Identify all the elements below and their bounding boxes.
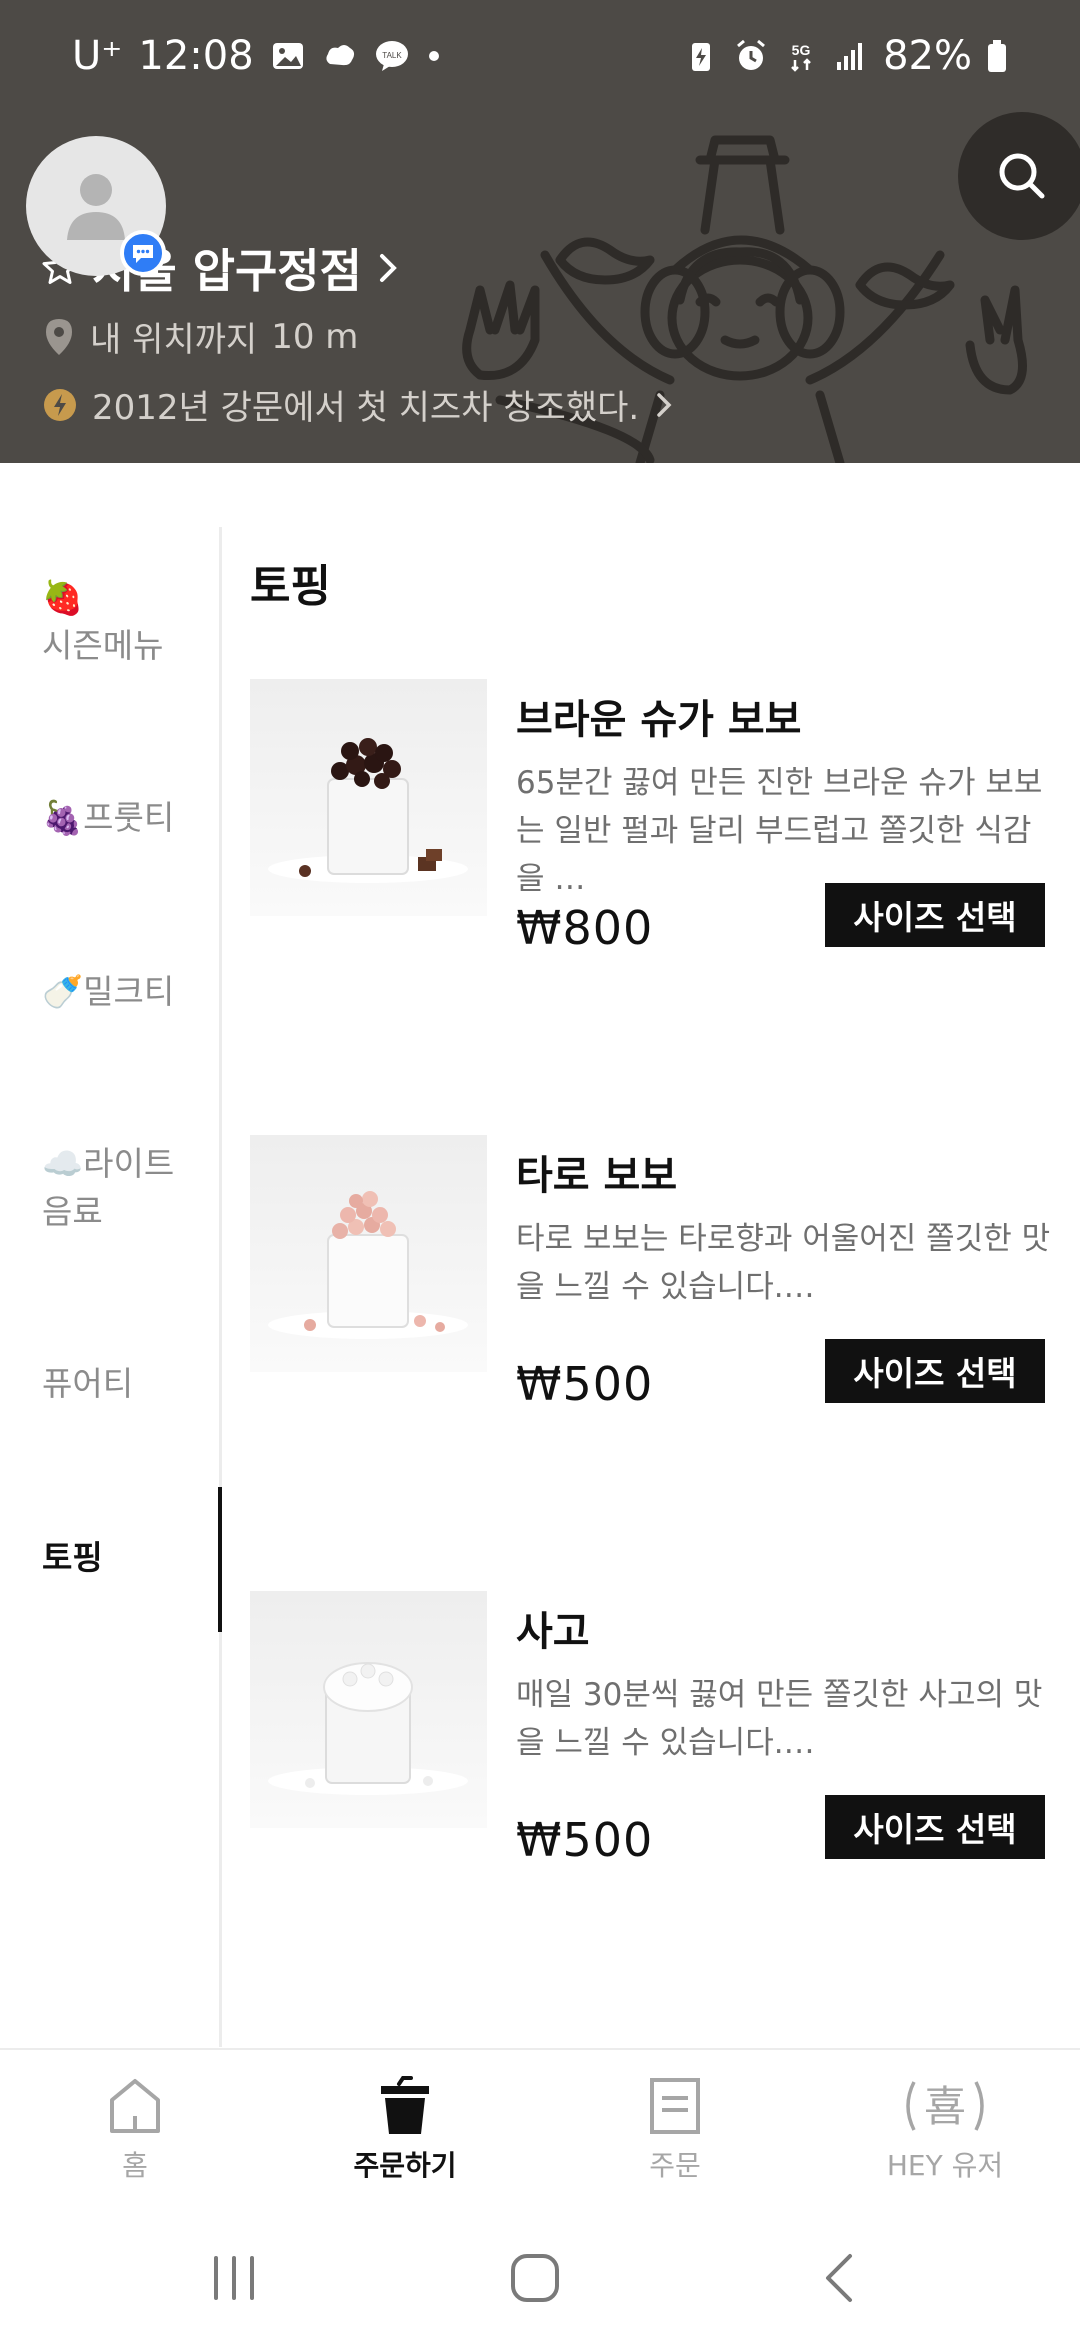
- product-name: 타로 보보: [516, 1153, 678, 1199]
- app-root: U⁺ 12:08 TALK 5G 82% 서울 압구정점 내 위치까지 10 m…: [0, 0, 1080, 2340]
- carrier-label: U⁺: [72, 33, 123, 79]
- receipt-icon: [650, 2078, 700, 2134]
- nav-label: HEY 유저: [886, 2149, 1004, 2182]
- battery-saver-icon: [692, 43, 711, 71]
- distance-value: 10 m: [271, 316, 359, 357]
- section-title: 토핑: [250, 561, 331, 612]
- taro-boba-image: [268, 1191, 468, 1339]
- distance-row: 내 위치까지 10 m: [42, 312, 358, 361]
- person-icon: [67, 174, 125, 240]
- gallery-icon: [272, 43, 303, 69]
- clock: 12:08: [138, 33, 254, 79]
- select-size-button[interactable]: 사이즈 선택: [825, 1795, 1045, 1859]
- nav-label: 주문: [649, 2149, 701, 2182]
- svg-text:5G: 5G: [792, 42, 811, 58]
- product-image: [250, 1135, 487, 1372]
- brown-sugar-boba-image: [268, 738, 468, 883]
- nav-label: 홈: [122, 2149, 148, 2182]
- category-emoji: 🍇: [42, 798, 84, 837]
- recent-apps-icon[interactable]: [204, 2248, 264, 2308]
- product-description: 매일 30분씩 끓여 만든 쫄깃한 사고의 맛을 느낄 수 있습니다.…: [516, 1677, 1043, 1761]
- product-price: ₩500: [516, 1813, 654, 1867]
- tagline-text: 2012년 강문에서 첫 치즈차 창조했다.: [92, 388, 640, 428]
- product-description: 타로 보보는 타로향과 어울어진 쫄깃한 맛을 느낄 수 있습니다.…: [516, 1221, 1051, 1305]
- talk-icon: TALK: [375, 41, 408, 71]
- category-topping[interactable]: 토핑: [42, 1534, 212, 1582]
- product-name: 사고: [516, 1609, 590, 1655]
- nav-hey-user[interactable]: 喜 HEY 유저: [845, 2076, 1045, 2184]
- bottom-navigation: 홈 주문하기 주문 喜 HEY 유저: [0, 2048, 1080, 2210]
- hey-icon: 喜: [906, 2081, 984, 2131]
- product-card[interactable]: 브라운 슈가 보보 65분간 끓여 만든 진한 브라운 슈가 보보는 일반 펄과…: [250, 679, 1050, 979]
- battery-percentage: 82%: [883, 33, 972, 79]
- tagline-row[interactable]: 2012년 강문에서 첫 치즈차 창조했다.: [42, 380, 675, 429]
- category-label: 퓨어티: [42, 1364, 134, 1403]
- category-emoji: 🍓: [42, 578, 84, 617]
- home-icon: [110, 2079, 160, 2133]
- cloud-icon: [326, 45, 354, 66]
- category-season-menu[interactable]: 🍓 시즌메뉴: [42, 574, 212, 670]
- search-button[interactable]: [958, 112, 1080, 240]
- nav-home[interactable]: 홈: [35, 2076, 235, 2184]
- store-header: U⁺ 12:08 TALK 5G 82% 서울 압구정점 내 위치까지 10 m…: [0, 0, 1080, 463]
- location-pin-icon: [46, 318, 72, 355]
- nav-order[interactable]: 주문하기: [305, 2076, 505, 2184]
- category-emoji: ☁️: [42, 1144, 84, 1183]
- select-size-button[interactable]: 사이즈 선택: [825, 1339, 1045, 1403]
- nav-label: 주문하기: [353, 2149, 457, 2182]
- product-name: 브라운 슈가 보보: [516, 697, 802, 743]
- battery-icon: [988, 40, 1006, 72]
- product-description: 65분간 끓여 만든 진한 브라운 슈가 보보는 일반 펄과 달리 부드럽고 쫄…: [516, 765, 1043, 897]
- product-price: ₩800: [516, 901, 654, 955]
- category-fruit-tea[interactable]: 🍇프룻티: [42, 794, 212, 842]
- svg-text:TALK: TALK: [382, 51, 402, 60]
- category-milk-tea[interactable]: 🍼밀크티: [42, 968, 212, 1016]
- product-card[interactable]: 사고 매일 30분씩 끓여 만든 쫄깃한 사고의 맛을 느낄 수 있습니다.… …: [250, 1591, 1050, 1891]
- select-size-button[interactable]: 사이즈 선택: [825, 883, 1045, 947]
- distance-label: 내 위치까지: [90, 320, 258, 360]
- category-label: 토핑: [42, 1538, 103, 1577]
- lightning-icon: [44, 388, 76, 421]
- search-icon: [999, 153, 1045, 199]
- chevron-right-icon: [379, 254, 397, 282]
- cup-icon: [381, 2076, 429, 2134]
- category-sidebar: [0, 527, 222, 2047]
- home-circle-icon[interactable]: [505, 2248, 565, 2308]
- sago-image: [268, 1662, 468, 1795]
- 5g-icon: 5G: [791, 42, 811, 72]
- system-navigation-bar: [0, 2210, 1080, 2340]
- nav-orders[interactable]: 주문: [575, 2076, 775, 2184]
- chat-badge[interactable]: [120, 230, 166, 276]
- category-emoji: 🍼: [42, 972, 84, 1011]
- signal-icon: [837, 43, 863, 70]
- product-image: [250, 1591, 487, 1828]
- status-bar: U⁺ 12:08 TALK 5G 82%: [0, 0, 1080, 112]
- hey-glyph: 喜: [924, 2082, 966, 2131]
- category-label: 프룻티: [83, 798, 175, 837]
- chevron-right-icon: [657, 392, 672, 417]
- category-label: 시즌메뉴: [42, 626, 164, 665]
- product-card[interactable]: 타로 보보 타로 보보는 타로향과 어울어진 쫄깃한 맛을 느낄 수 있습니다.…: [250, 1135, 1050, 1435]
- active-category-indicator: [218, 1487, 222, 1632]
- alarm-icon: [737, 39, 766, 70]
- product-price: ₩500: [516, 1357, 654, 1411]
- product-image: [250, 679, 487, 916]
- category-pure-tea[interactable]: 퓨어티: [42, 1360, 212, 1408]
- category-light-drink[interactable]: ☁️라이트 음료: [42, 1140, 192, 1236]
- back-icon[interactable]: [812, 2248, 872, 2308]
- category-label: 밀크티: [83, 972, 175, 1011]
- chat-bubble-icon: [133, 245, 153, 263]
- notification-dot-icon: [428, 51, 439, 61]
